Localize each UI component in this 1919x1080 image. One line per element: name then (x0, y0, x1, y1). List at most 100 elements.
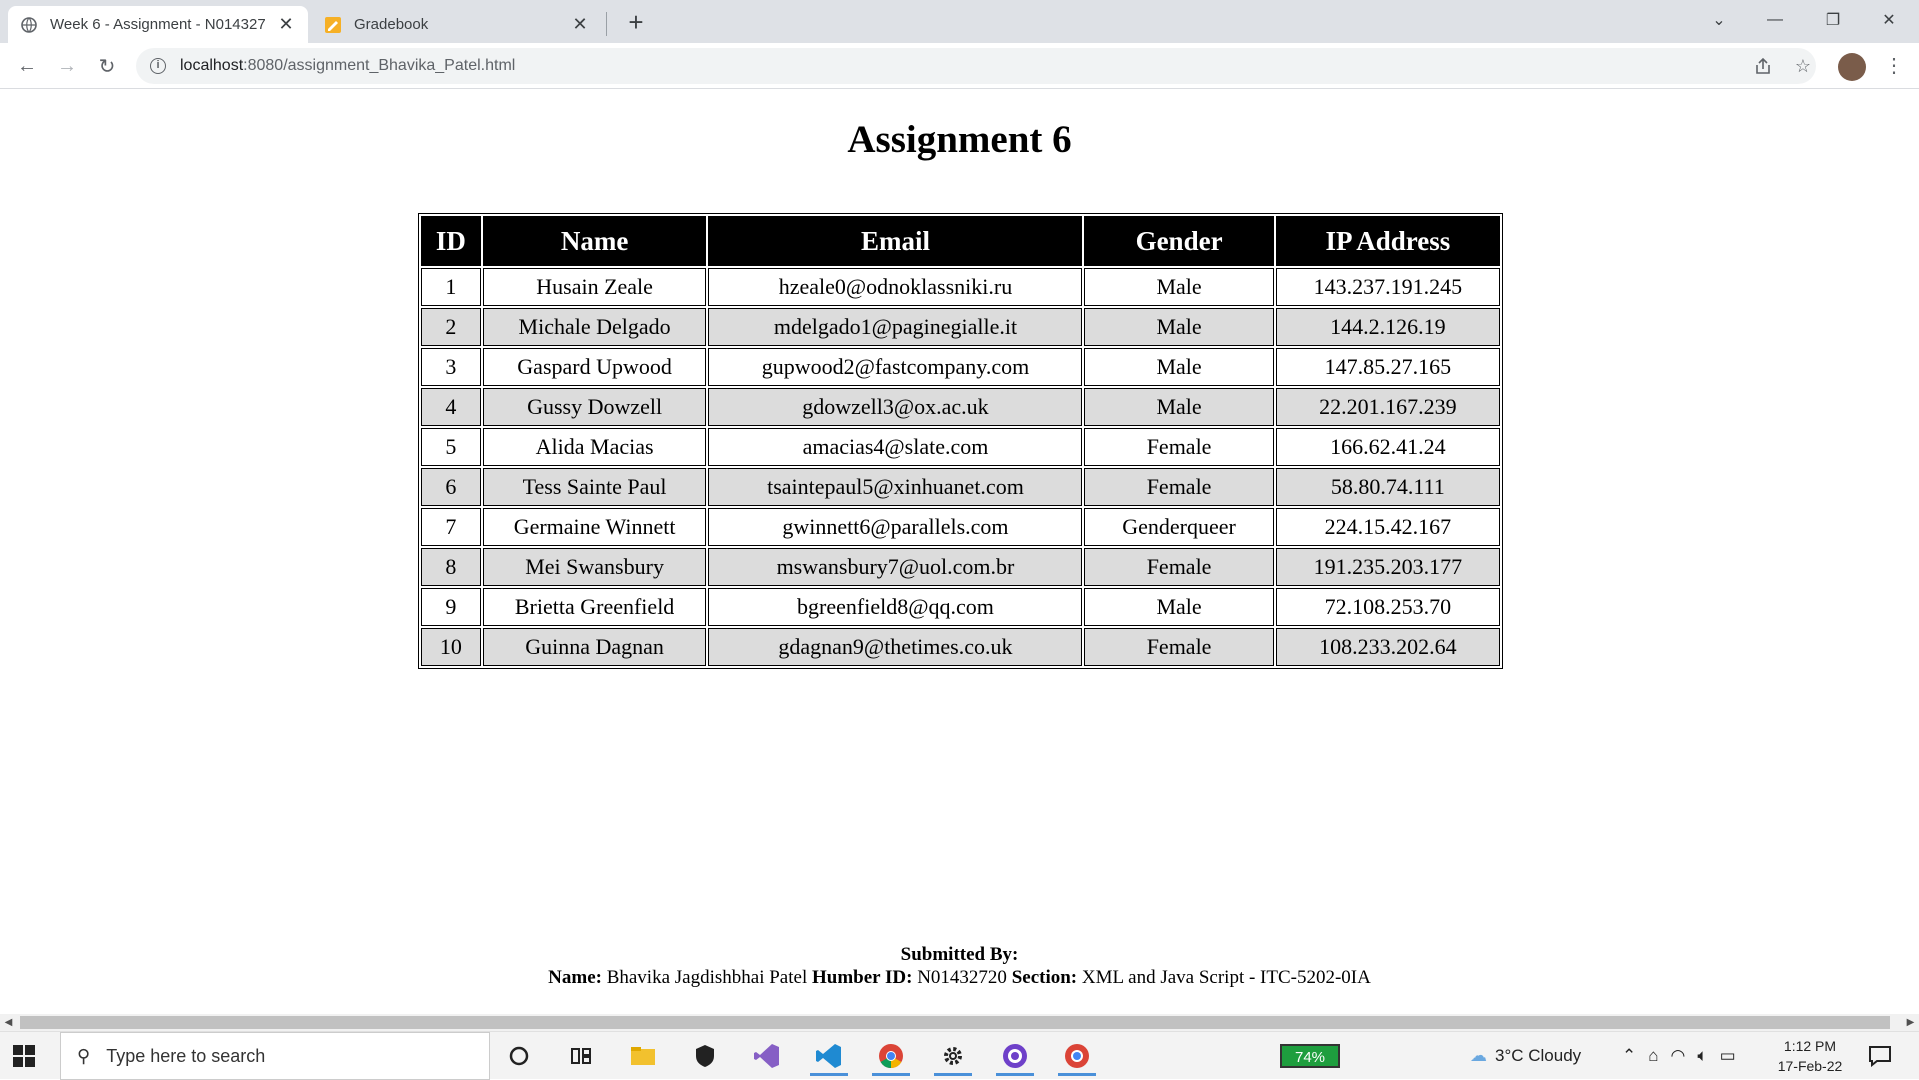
header-email: Email (708, 216, 1083, 266)
cell-gender: Female (1084, 628, 1274, 666)
windows-start-icon[interactable] (12, 1044, 36, 1068)
cell-id: 4 (421, 388, 481, 426)
chrome-icon[interactable] (868, 1036, 914, 1076)
settings-gear-icon[interactable] (930, 1036, 976, 1076)
cell-name: Brietta Greenfield (482, 588, 707, 626)
name-value: Bhavika Jagdishbhai Patel (606, 967, 808, 988)
battery-indicator: 74% (1280, 1044, 1340, 1068)
cell-id: 9 (421, 588, 481, 626)
file-explorer-icon[interactable] (620, 1036, 666, 1076)
id-value: N01432720 (917, 967, 1007, 988)
new-tab-button[interactable]: + (622, 8, 650, 36)
cell-name: Husain Zeale (482, 268, 707, 306)
close-tab-icon[interactable]: ✕ (570, 14, 590, 35)
forward-icon[interactable]: → (52, 51, 82, 81)
header-id: ID (421, 216, 481, 266)
volume-icon[interactable]: 🔈︎ (1697, 1046, 1707, 1066)
cell-name: Michale Delgado (482, 308, 707, 346)
close-tab-icon[interactable]: ✕ (276, 14, 296, 35)
horizontal-scrollbar[interactable]: ◀ ▶ (0, 1014, 1919, 1031)
cell-email: tsaintepaul5@xinhuanet.com (708, 468, 1083, 506)
table-row: 5 Alida Macias amacias4@slate.com Female… (421, 428, 1500, 466)
cell-ip: 22.201.167.239 (1275, 388, 1500, 426)
cell-ip: 224.15.42.167 (1275, 508, 1500, 546)
cell-email: gupwood2@fastcompany.com (708, 348, 1083, 386)
security-shield-icon[interactable] (682, 1036, 728, 1076)
browser-toolbar: ← → ↻ i localhost:8080/assignment_Bhavik… (0, 43, 1919, 89)
close-window-icon[interactable]: ✕ (1866, 0, 1912, 40)
tab-title: Gradebook (354, 16, 429, 33)
table-row: 6 Tess Sainte Paul tsaintepaul5@xinhuane… (421, 468, 1500, 506)
cell-id: 8 (421, 548, 481, 586)
cell-gender: Female (1084, 548, 1274, 586)
tab-search-icon[interactable]: ⌄ (1696, 0, 1742, 40)
cell-email: mswansbury7@uol.com.br (708, 548, 1083, 586)
visual-studio-icon[interactable] (744, 1036, 790, 1076)
chrome-profile-icon[interactable] (1054, 1036, 1100, 1076)
name-label: Name: (548, 967, 602, 988)
cell-name: Guinna Dagnan (482, 628, 707, 666)
url-host: localhost (180, 57, 244, 74)
table-header-row: ID Name Email Gender IP Address (421, 216, 1500, 266)
cell-name: Gussy Dowzell (482, 388, 707, 426)
clock-date: 17-Feb-22 (1777, 1058, 1843, 1074)
wifi-icon[interactable]: ◠ (1671, 1046, 1686, 1066)
show-hidden-icons-icon[interactable]: ⌃ (1622, 1046, 1636, 1066)
cell-ip: 147.85.27.165 (1275, 348, 1500, 386)
back-icon[interactable]: ← (12, 51, 42, 81)
site-info-icon[interactable]: i (150, 58, 166, 74)
submitted-by-label: Submitted By: (900, 944, 1019, 965)
minimize-icon[interactable]: — (1752, 0, 1798, 40)
cell-ip: 143.237.191.245 (1275, 268, 1500, 306)
cell-gender: Male (1084, 348, 1274, 386)
table-row: 10 Guinna Dagnan gdagnan9@thetimes.co.uk… (421, 628, 1500, 666)
scroll-right-icon[interactable]: ▶ (1902, 1014, 1919, 1031)
task-view-icon[interactable] (558, 1036, 604, 1076)
address-bar[interactable]: i localhost:8080/assignment_Bhavika_Pate… (136, 48, 1816, 84)
scroll-left-icon[interactable]: ◀ (0, 1014, 17, 1031)
cell-ip: 144.2.126.19 (1275, 308, 1500, 346)
browser-menu-icon[interactable]: ⋮ (1884, 53, 1904, 81)
cell-email: mdelgado1@paginegialle.it (708, 308, 1083, 346)
tab-gradebook[interactable]: Gradebook ✕ (312, 6, 602, 43)
cell-ip: 166.62.41.24 (1275, 428, 1500, 466)
globe-icon (20, 16, 38, 34)
header-ip-address: IP Address (1275, 216, 1500, 266)
users-table: ID Name Email Gender IP Address 1 Husain… (418, 213, 1503, 669)
cell-name: Tess Sainte Paul (482, 468, 707, 506)
cortana-icon[interactable] (496, 1036, 542, 1076)
tab-assignment[interactable]: Week 6 - Assignment - N014327 ✕ (8, 6, 308, 43)
profile-avatar[interactable] (1838, 53, 1866, 81)
browser-tab-bar: Week 6 - Assignment - N014327 ✕ Gradeboo… (0, 0, 1919, 43)
id-label: Humber ID: (811, 967, 913, 988)
github-desktop-icon[interactable] (992, 1036, 1038, 1076)
notifications-icon[interactable] (1868, 1032, 1892, 1080)
battery-icon[interactable]: ▭ (1720, 1046, 1736, 1066)
table-row: 1 Husain Zeale hzeale0@odnoklassniki.ru … (421, 268, 1500, 306)
clock-time: 1:12 PM (1783, 1038, 1837, 1054)
weather-text: 3°C Cloudy (1495, 1046, 1582, 1065)
taskbar-search[interactable]: ⚲ Type here to search (60, 1032, 490, 1080)
table-row: 8 Mei Swansbury mswansbury7@uol.com.br F… (421, 548, 1500, 586)
cell-gender: Male (1084, 308, 1274, 346)
system-tray: ⌃ ⌂ ◠ 🔈︎ ▭ (1622, 1032, 1736, 1080)
vscode-icon[interactable] (806, 1036, 852, 1076)
cell-ip: 191.235.203.177 (1275, 548, 1500, 586)
tab-separator (606, 12, 607, 36)
taskbar-clock[interactable]: 1:12 PM 17-Feb-22 (1770, 1036, 1850, 1076)
windows-taskbar: ⚲ Type here to search 74% ☁ 3°C Cloudy ⌃… (0, 1031, 1919, 1080)
cell-gender: Male (1084, 268, 1274, 306)
share-icon[interactable] (1750, 53, 1776, 79)
weather-widget[interactable]: ☁ 3°C Cloudy (1470, 1032, 1581, 1080)
table-row: 2 Michale Delgado mdelgado1@paginegialle… (421, 308, 1500, 346)
scrollbar-thumb[interactable] (20, 1016, 1890, 1029)
cell-name: Gaspard Upwood (482, 348, 707, 386)
network-icon[interactable]: ⌂ (1648, 1046, 1658, 1066)
bookmark-star-icon[interactable]: ☆ (1790, 53, 1816, 79)
cell-name: Alida Macias (482, 428, 707, 466)
table-row: 7 Germaine Winnett gwinnett6@parallels.c… (421, 508, 1500, 546)
cell-id: 5 (421, 428, 481, 466)
restore-icon[interactable]: ❐ (1810, 0, 1856, 40)
cell-gender: Genderqueer (1084, 508, 1274, 546)
reload-icon[interactable]: ↻ (92, 51, 122, 81)
